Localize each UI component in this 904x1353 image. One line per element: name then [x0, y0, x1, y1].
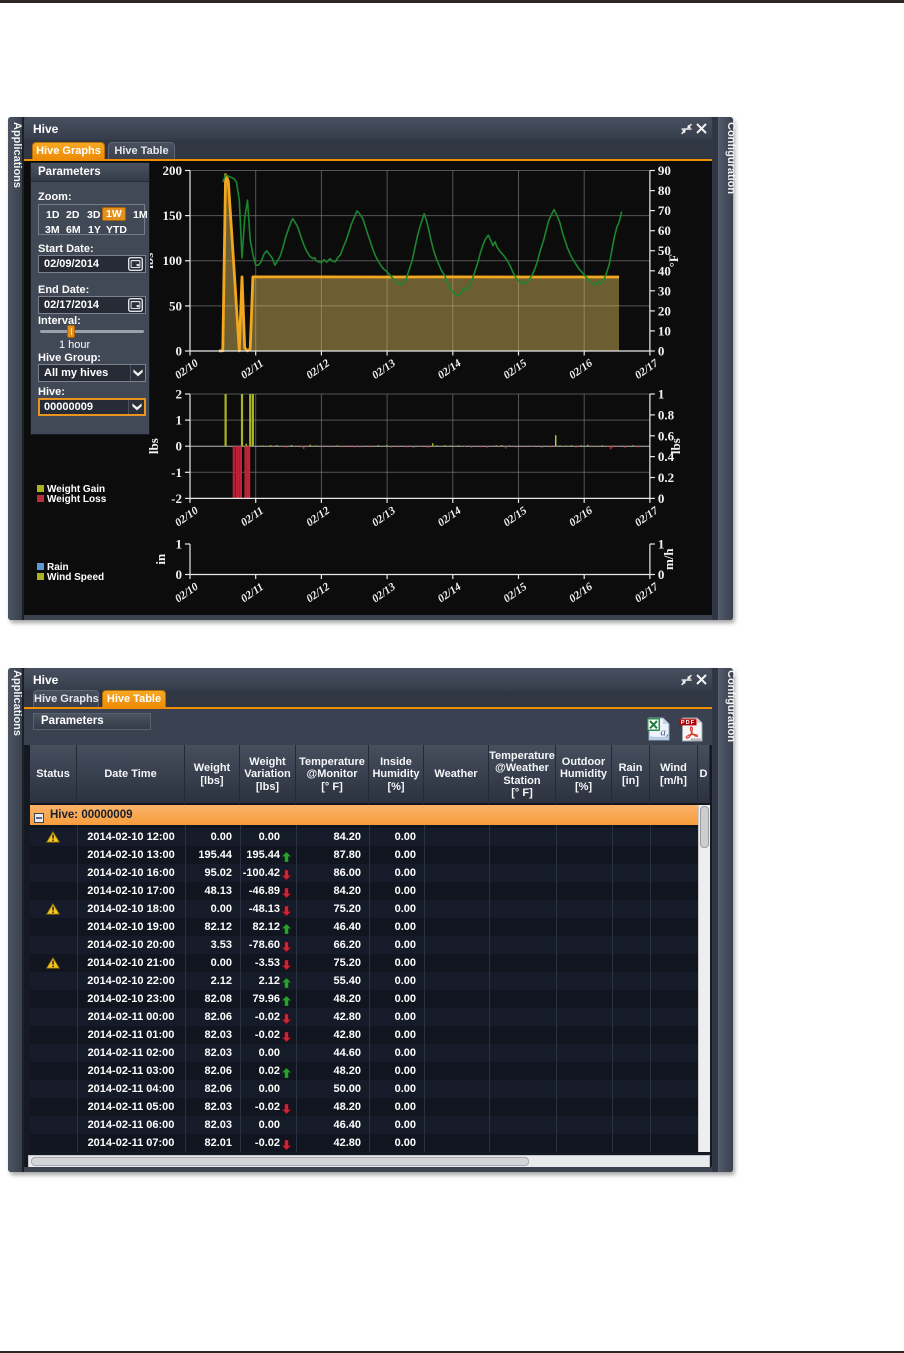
svg-text:150: 150 [163, 208, 183, 223]
svg-text:0: 0 [658, 344, 665, 359]
svg-text:02/16: 02/16 [567, 504, 595, 529]
svg-text:80: 80 [658, 183, 671, 198]
svg-text:02/14: 02/14 [436, 357, 464, 382]
svg-text:02/10: 02/10 [173, 504, 201, 529]
svg-text:-1: -1 [171, 465, 182, 480]
svg-text:02/17: 02/17 [633, 581, 661, 606]
svg-text:02/13: 02/13 [370, 504, 398, 529]
svg-text:02/12: 02/12 [304, 581, 332, 606]
svg-text:02/13: 02/13 [370, 357, 398, 382]
svg-text:2: 2 [176, 387, 183, 402]
svg-text:0: 0 [176, 344, 183, 359]
svg-text:20: 20 [658, 303, 671, 318]
svg-text:02/16: 02/16 [567, 357, 595, 382]
svg-text:0.2: 0.2 [658, 470, 674, 485]
svg-text:90: 90 [658, 163, 671, 178]
svg-text:02/17: 02/17 [633, 504, 661, 529]
svg-text:02/17: 02/17 [633, 357, 661, 382]
svg-text:0: 0 [176, 439, 183, 454]
svg-text:02/15: 02/15 [501, 357, 529, 382]
svg-text:10: 10 [658, 323, 671, 338]
svg-text:-2: -2 [171, 491, 182, 506]
svg-text:02/11: 02/11 [239, 357, 266, 381]
svg-text:PDF: PDF [681, 720, 695, 726]
svg-text:02/14: 02/14 [436, 581, 464, 606]
svg-text:02/15: 02/15 [501, 504, 529, 529]
svg-text:100: 100 [163, 253, 183, 268]
svg-text:lbs: lbs [146, 438, 161, 454]
svg-text:30: 30 [658, 283, 671, 298]
svg-text:0: 0 [176, 567, 183, 582]
svg-text:0.8: 0.8 [658, 407, 675, 422]
svg-text:02/15: 02/15 [501, 581, 529, 606]
svg-text:°F: °F [666, 254, 681, 267]
svg-text:02/12: 02/12 [304, 504, 332, 529]
svg-text:70: 70 [658, 203, 671, 218]
svg-text:Adobe: Adobe [691, 737, 701, 741]
svg-text:lbs: lbs [668, 438, 683, 454]
svg-text:02/11: 02/11 [239, 505, 266, 529]
svg-text:02/11: 02/11 [239, 581, 266, 605]
svg-text:02/13: 02/13 [370, 581, 398, 606]
svg-text:0: 0 [658, 491, 665, 506]
svg-text:in: in [153, 553, 168, 565]
svg-text:1: 1 [176, 537, 183, 552]
svg-text:02/10: 02/10 [173, 357, 201, 382]
svg-text:60: 60 [658, 223, 671, 238]
svg-text:02/14: 02/14 [436, 504, 464, 529]
svg-text:02/16: 02/16 [567, 581, 595, 606]
svg-text:m/h: m/h [661, 548, 676, 570]
svg-text:02/12: 02/12 [304, 357, 332, 382]
svg-text:200: 200 [163, 163, 183, 178]
svg-text:a,: a, [660, 727, 669, 739]
svg-text:1: 1 [176, 413, 183, 428]
svg-text:50: 50 [169, 298, 182, 313]
svg-text:1: 1 [658, 387, 665, 402]
svg-text:02/10: 02/10 [173, 581, 201, 606]
